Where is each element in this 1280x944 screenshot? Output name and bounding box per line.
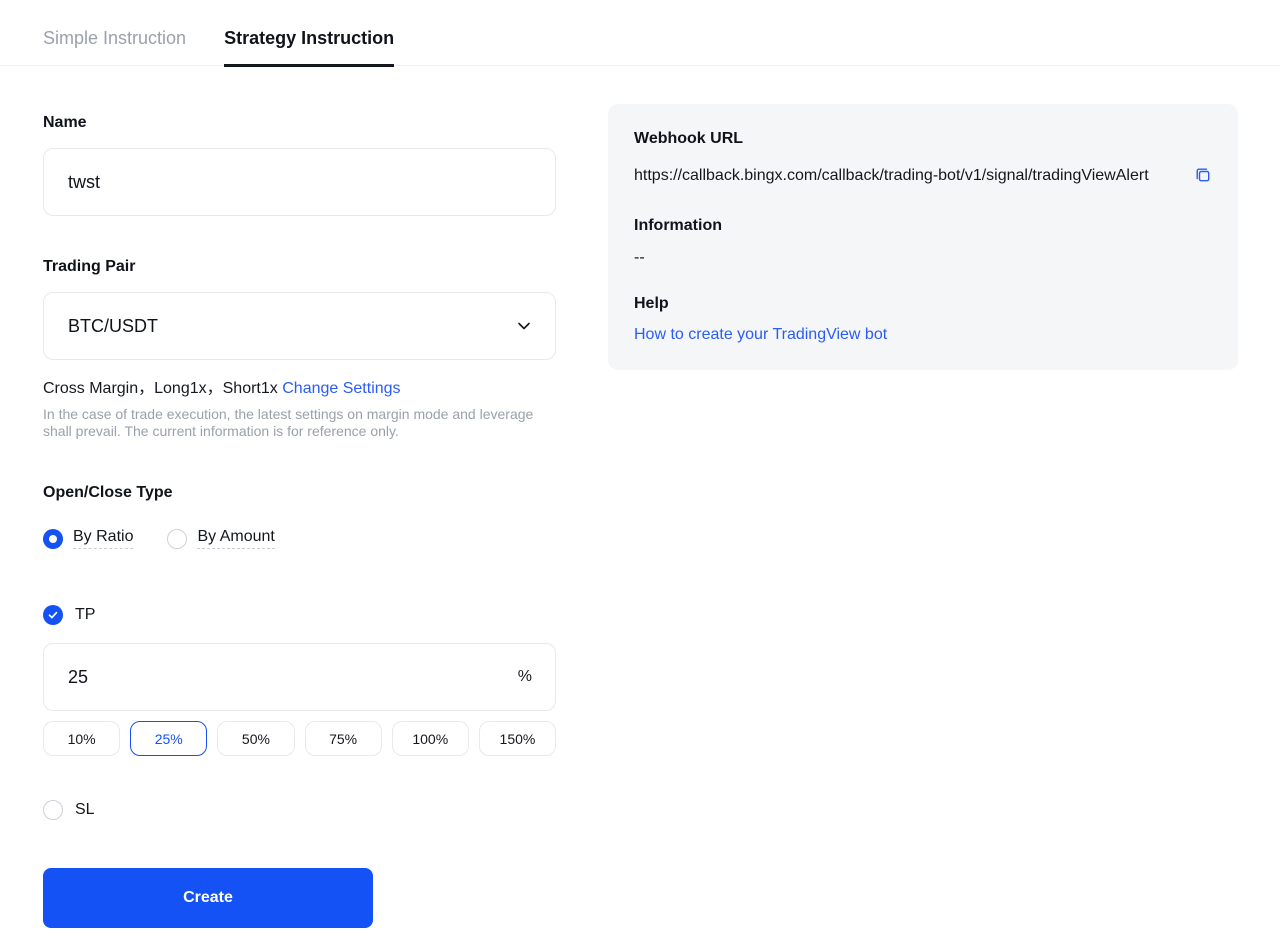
- by-ratio-option[interactable]: By Ratio: [43, 528, 133, 549]
- webhook-url-text: https://callback.bingx.com/callback/trad…: [634, 162, 1180, 189]
- information-section: Information --: [634, 217, 1212, 267]
- preset-50-button[interactable]: 50%: [217, 721, 294, 756]
- help-section: Help How to create your TradingView bot: [634, 295, 1212, 344]
- tab-strategy-instruction[interactable]: Strategy Instruction: [224, 28, 394, 67]
- preset-100-button[interactable]: 100%: [392, 721, 469, 756]
- create-button[interactable]: Create: [43, 868, 373, 928]
- instruction-tabs: Simple Instruction Strategy Instruction: [0, 0, 1280, 66]
- by-ratio-radio[interactable]: [43, 529, 63, 549]
- copy-icon[interactable]: [1194, 166, 1212, 184]
- sl-label[interactable]: SL: [75, 801, 95, 819]
- tp-value-input[interactable]: [43, 643, 556, 711]
- by-amount-radio[interactable]: [167, 529, 187, 549]
- webhook-url-row: https://callback.bingx.com/callback/trad…: [634, 162, 1212, 189]
- tp-toggle-row[interactable]: TP: [43, 605, 556, 625]
- sl-toggle-row[interactable]: SL: [43, 800, 556, 820]
- trading-pair-label: Trading Pair: [43, 258, 556, 276]
- help-title: Help: [634, 295, 1212, 313]
- margin-info-text: Cross Margin，Long1x，Short1x: [43, 380, 278, 397]
- by-amount-option[interactable]: By Amount: [167, 528, 274, 549]
- trading-pair-value: BTC/USDT: [68, 316, 158, 337]
- tab-simple-instruction[interactable]: Simple Instruction: [43, 28, 186, 67]
- main-content: Name Trading Pair BTC/USDT Cross Margin，…: [0, 66, 1280, 928]
- information-title: Information: [634, 217, 1212, 235]
- webhook-info-panel: Webhook URL https://callback.bingx.com/c…: [608, 104, 1238, 370]
- by-ratio-label[interactable]: By Ratio: [73, 528, 133, 549]
- margin-settings-row: Cross Margin，Long1x，Short1x Change Setti…: [43, 374, 556, 398]
- webhook-url-title: Webhook URL: [634, 130, 1212, 148]
- tp-preset-group: 10% 25% 50% 75% 100% 150%: [43, 721, 556, 756]
- preset-150-button[interactable]: 150%: [479, 721, 556, 756]
- name-input[interactable]: [43, 148, 556, 216]
- name-label: Name: [43, 114, 556, 132]
- open-close-type-label: Open/Close Type: [43, 484, 556, 502]
- change-settings-link[interactable]: Change Settings: [282, 380, 400, 397]
- help-link[interactable]: How to create your TradingView bot: [634, 326, 887, 344]
- open-close-radio-group: By Ratio By Amount: [43, 528, 556, 549]
- sl-unchecked-icon[interactable]: [43, 800, 63, 820]
- tp-value-field: %: [43, 643, 556, 711]
- trading-pair-select[interactable]: BTC/USDT: [43, 292, 556, 360]
- strategy-form: Name Trading Pair BTC/USDT Cross Margin，…: [43, 104, 556, 928]
- tp-label[interactable]: TP: [75, 606, 95, 624]
- preset-25-button[interactable]: 25%: [130, 721, 207, 756]
- tp-unit-suffix: %: [518, 668, 532, 686]
- tp-checked-icon[interactable]: [43, 605, 63, 625]
- information-value: --: [634, 249, 1212, 267]
- by-amount-label[interactable]: By Amount: [197, 528, 274, 549]
- preset-10-button[interactable]: 10%: [43, 721, 120, 756]
- chevron-down-icon: [515, 317, 533, 335]
- margin-note: In the case of trade execution, the late…: [43, 406, 549, 440]
- preset-75-button[interactable]: 75%: [305, 721, 382, 756]
